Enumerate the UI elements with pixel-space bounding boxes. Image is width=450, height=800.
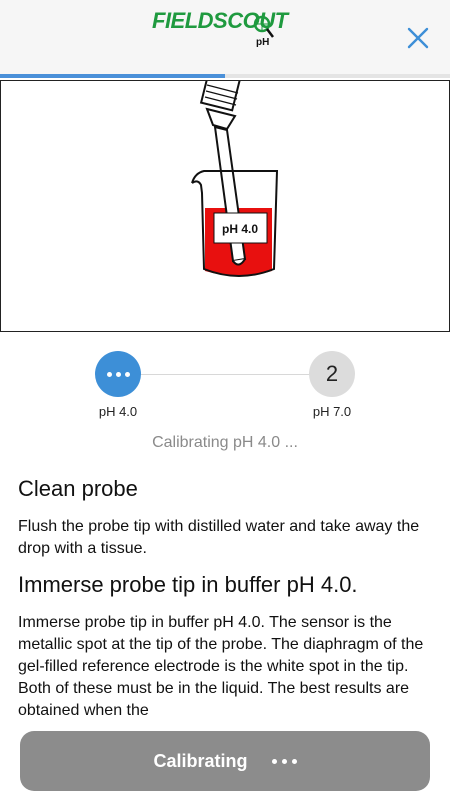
ellipsis-icon: [106, 371, 130, 377]
close-icon: [407, 27, 429, 49]
calibration-illustration: pH 4.0: [0, 80, 450, 332]
fieldscout-logo: FIELDSCOUT pH: [152, 8, 302, 56]
step-ph4-indicator[interactable]: [95, 351, 141, 397]
calibrating-button-label: Calibrating: [153, 750, 248, 771]
section-title-clean-probe: Clean probe: [18, 476, 138, 501]
section-title-immerse: Immerse probe tip in buffer pH 4.0.: [18, 572, 358, 597]
section-text-immerse: Immerse probe tip in buffer pH 4.0. The …: [18, 614, 424, 719]
calibration-stepper: 2 pH 4.0 pH 7.0: [0, 350, 450, 420]
progress-bar: [0, 74, 450, 78]
instructions-panel[interactable]: Clean probe Flush the probe tip with dis…: [18, 476, 434, 726]
step-ph7-indicator[interactable]: 2: [309, 351, 355, 397]
calibrating-button[interactable]: Calibrating: [20, 731, 430, 791]
app-header: FIELDSCOUT pH: [0, 0, 450, 74]
step-ph4-label: pH 4.0: [98, 404, 138, 419]
stepper-connector: [140, 374, 310, 375]
step-ph7-label: pH 7.0: [312, 404, 352, 419]
section-text-clean-probe: Flush the probe tip with distilled water…: [18, 518, 420, 557]
ellipsis-icon: [271, 758, 297, 764]
beaker-label: pH 4.0: [222, 222, 258, 236]
close-button[interactable]: [400, 20, 436, 56]
step-number: 2: [325, 361, 339, 386]
progress-fill: [0, 74, 225, 78]
beaker-probe-drawing: pH 4.0: [191, 81, 279, 277]
calibration-status-text: Calibrating pH 4.0 ...: [152, 434, 298, 451]
probe-icon: [199, 81, 243, 131]
logo-subtitle: pH: [256, 37, 270, 48]
